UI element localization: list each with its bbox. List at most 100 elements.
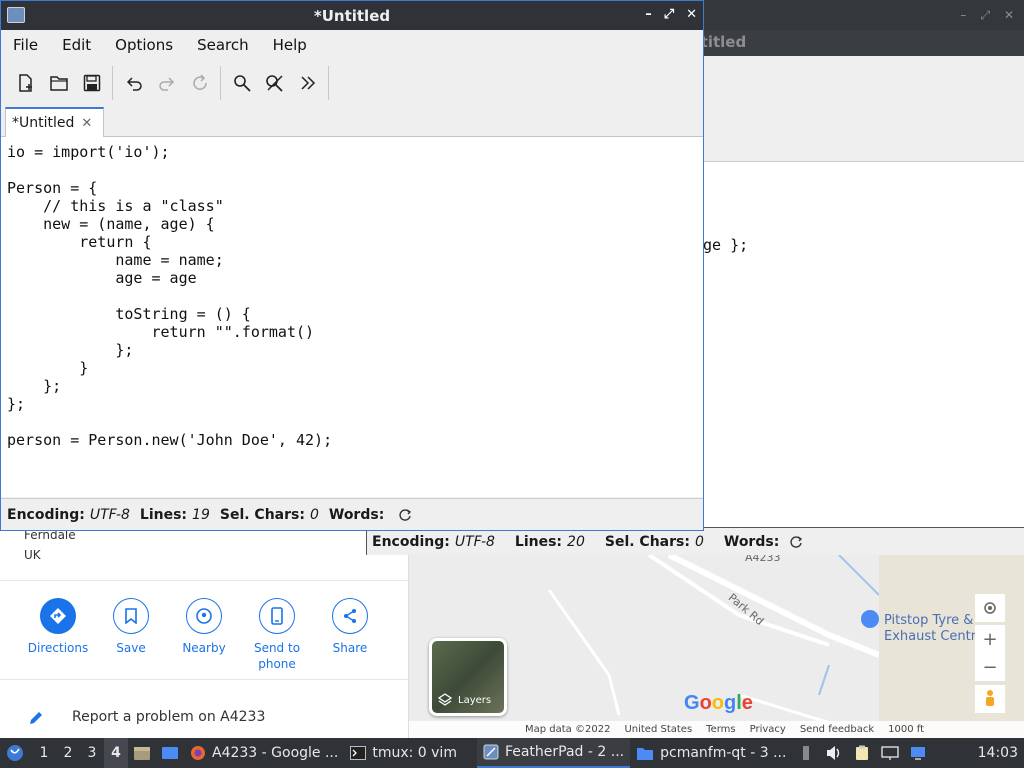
clipboard-icon [856, 745, 869, 760]
terms-link[interactable]: Terms [706, 724, 735, 735]
undo-icon [126, 77, 142, 91]
tab-bar: *Untitled ✕ [1, 106, 703, 137]
task-featherpad[interactable]: FeatherPad - 2 ... [476, 738, 631, 768]
redo-button[interactable] [150, 66, 183, 100]
desktop-launcher[interactable] [156, 738, 184, 768]
new-file-button[interactable] [9, 66, 42, 100]
menu-edit[interactable]: Edit [50, 36, 103, 54]
encoding-label: Encoding: [372, 533, 450, 550]
share-button[interactable]: Share [310, 598, 390, 656]
workspace-2[interactable]: 2 [56, 745, 80, 761]
sel-chars-value: 0 [309, 507, 319, 523]
more-button[interactable] [291, 66, 324, 100]
nearby-label: Nearby [182, 641, 226, 655]
nearby-button[interactable]: Nearby [164, 598, 244, 656]
map-canvas[interactable]: A4233 Park Rd Pitstop Tyre & Exhaust Cen… [409, 555, 1024, 738]
close-button[interactable]: ✕ [686, 7, 697, 22]
maximize-button[interactable]: ⤢ [664, 7, 674, 22]
layers-label: Layers [458, 695, 492, 706]
file-manager-launcher[interactable] [128, 738, 156, 768]
tab-untitled[interactable]: *Untitled ✕ [5, 107, 104, 137]
google-logo: Google [684, 692, 753, 715]
refresh-word-count-icon[interactable] [398, 508, 412, 522]
network-button[interactable] [876, 738, 904, 768]
task-terminal[interactable]: tmux: 0 vim [344, 738, 463, 768]
sel-chars-value: 0 [694, 533, 704, 550]
workspace-4[interactable]: 4 [104, 738, 128, 768]
zoom-out-button[interactable]: − [975, 653, 1005, 681]
editor-content[interactable]: io = import('io'); Person = { // this is… [7, 143, 332, 449]
status-bar: Encoding: UTF-8 Lines: 19 Sel. Chars: 0 … [1, 498, 703, 531]
updates-button[interactable] [904, 738, 932, 768]
toolbar-separator [328, 66, 329, 100]
text-editor[interactable]: io = import('io'); Person = { // this is… [1, 137, 703, 497]
privacy-link[interactable]: Privacy [750, 724, 786, 735]
workspace-3[interactable]: 3 [80, 745, 104, 761]
region-link[interactable]: United States [624, 724, 692, 735]
window-titlebar[interactable]: *Untitled – ⤢ ✕ [1, 1, 703, 30]
toolbar-separator [220, 66, 221, 100]
close-icon[interactable]: ✕ [1004, 8, 1014, 23]
close-tab-icon[interactable]: ✕ [81, 116, 92, 131]
window-controls: – ⤢ ✕ [645, 7, 697, 22]
send-to-phone-button[interactable]: Send to phone [237, 598, 317, 672]
status-bar: Encoding: UTF-8 Lines: 20 Sel. Chars: 0 Wor… [366, 527, 1024, 555]
undo-button[interactable] [117, 66, 150, 100]
place-pin-icon[interactable] [861, 610, 879, 628]
save-place-button[interactable]: Save [91, 598, 171, 656]
folder-icon [637, 747, 654, 760]
menu-options[interactable]: Options [103, 36, 185, 54]
more-icon [300, 76, 315, 90]
task-firefox[interactable]: A4233 - Google ... [184, 738, 344, 768]
replace-button[interactable] [258, 66, 291, 100]
lines-label: Lines: [139, 507, 188, 523]
save-label: Save [116, 641, 146, 655]
road-label: A4233 [745, 555, 781, 564]
menu-help[interactable]: Help [261, 36, 319, 54]
directions-icon [40, 598, 76, 634]
maximize-icon[interactable]: ⤢ [980, 8, 990, 23]
report-problem-link[interactable]: Report a problem on A4233 [0, 698, 409, 738]
street-view-pegman[interactable] [975, 685, 1005, 713]
my-location-button[interactable] [975, 594, 1005, 622]
minimize-button[interactable]: – [645, 7, 652, 22]
firefox-icon [191, 746, 205, 760]
refresh-word-count-icon[interactable] [789, 535, 803, 549]
reload-button[interactable] [183, 66, 216, 100]
menu-file[interactable]: File [1, 36, 50, 54]
zoom-in-button[interactable]: + [975, 625, 1005, 653]
pegman-icon [986, 690, 994, 706]
clipboard-button[interactable] [848, 738, 876, 768]
find-button[interactable] [225, 66, 258, 100]
save-file-button[interactable] [75, 66, 108, 100]
place-actions: Directions Save Nearby Send to phone Sha… [0, 580, 409, 680]
taskbar: 1 2 3 4 A4233 - Google ... tmux: 0 vim F… [0, 738, 1024, 768]
toolbar-separator [112, 66, 113, 100]
place-label: Exhaust Centre [884, 629, 984, 644]
archive-icon [134, 747, 150, 760]
desktop-icon [162, 747, 178, 759]
map-footer: Map data ©2022 United States Terms Priva… [409, 721, 1024, 738]
send-feedback-link[interactable]: Send feedback [800, 724, 874, 735]
new-file-icon [18, 74, 32, 92]
volume-button[interactable] [820, 738, 848, 768]
featherpad-icon [483, 744, 499, 760]
monitor-update-icon [911, 747, 926, 760]
directions-button[interactable]: Directions [18, 598, 98, 656]
sel-chars-label: Sel. Chars: [219, 507, 305, 523]
find-icon [233, 75, 251, 92]
workspace-1[interactable]: 1 [32, 745, 56, 761]
phone-icon [259, 598, 295, 634]
minimize-icon[interactable]: – [960, 8, 966, 23]
menu-search[interactable]: Search [185, 36, 261, 54]
open-file-button[interactable] [42, 66, 75, 100]
show-more-tasks[interactable] [792, 738, 820, 768]
reload-icon [192, 74, 207, 90]
clock[interactable]: 14:03 [978, 745, 1018, 761]
start-menu-button[interactable] [0, 738, 30, 768]
featherpad-window[interactable]: *Untitled – ⤢ ✕ File Edit Options Search… [0, 0, 704, 531]
send-to-phone-label: Send to phone [253, 641, 301, 671]
task-pcmanfm[interactable]: pcmanfm-qt - 3 ... [630, 738, 792, 768]
layers-button[interactable]: Layers [429, 638, 507, 716]
task-label: tmux: 0 vim [372, 745, 457, 761]
